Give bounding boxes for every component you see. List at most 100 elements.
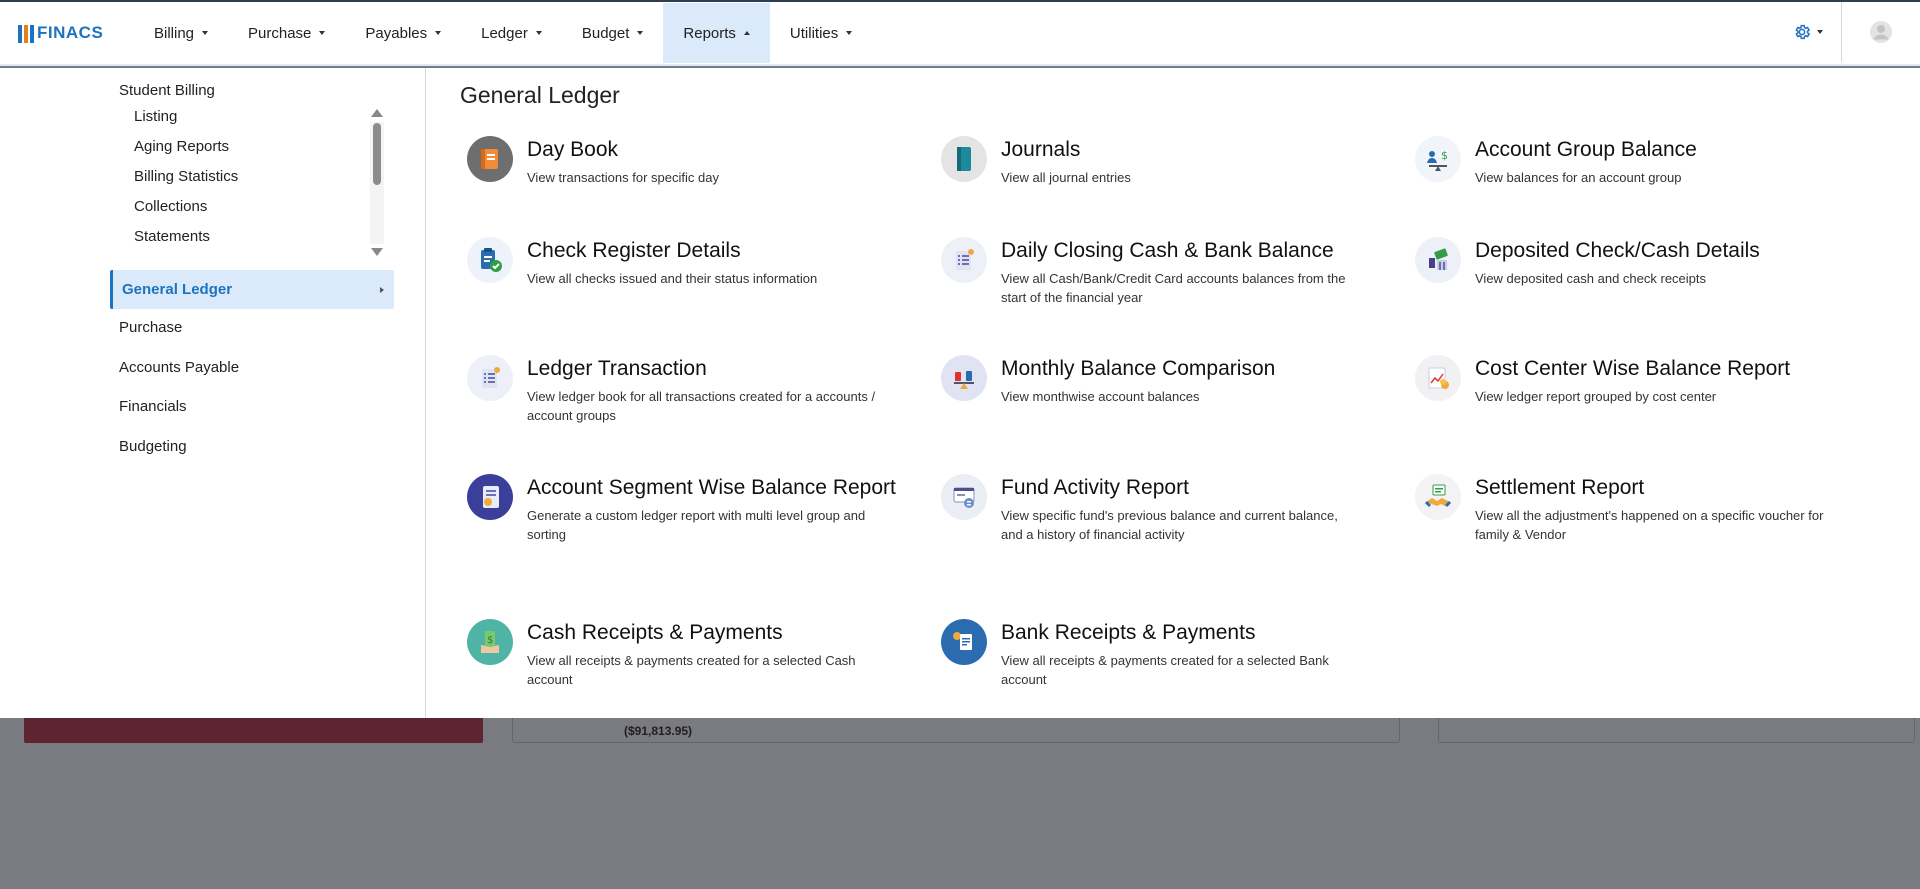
report-description: View all journal entries — [1001, 170, 1131, 185]
nav-utilities[interactable]: Utilities — [770, 3, 872, 63]
report-description: View deposited cash and check receipts — [1475, 271, 1707, 286]
report-title: Check Register Details — [527, 239, 741, 262]
report-description: View balances for an account group — [1475, 170, 1682, 185]
sidebar-item-budgeting[interactable]: Budgeting — [119, 438, 187, 455]
report-description: View all Cash/Bank/Credit Card accounts … — [1001, 271, 1346, 305]
report-account-group-balance[interactable]: $ Account Group Balance View balances fo… — [1415, 136, 1855, 187]
settings-dropdown[interactable] — [1775, 2, 1841, 62]
cash-receipts-icon: $ — [467, 619, 513, 665]
caret-down-icon — [1817, 30, 1823, 34]
report-title: Ledger Transaction — [527, 357, 707, 380]
report-check-register-details[interactable]: Check Register Details View all checks i… — [467, 237, 907, 288]
nav-billing[interactable]: Billing — [134, 3, 228, 63]
svg-text:$: $ — [487, 635, 493, 646]
monthly-balance-icon — [941, 355, 987, 401]
app-logo[interactable]: FINACS — [0, 3, 134, 63]
cost-center-icon — [1415, 355, 1461, 401]
caret-down-icon — [319, 31, 326, 35]
caret-down-icon — [202, 31, 209, 35]
reports-sidebar: Student Billing Listing Aging Reports Bi… — [0, 68, 426, 718]
logo-text: FINACS — [37, 23, 104, 42]
report-title: Cash Receipts & Payments — [527, 621, 783, 644]
caret-down-icon — [637, 31, 644, 35]
report-title: Account Segment Wise Balance Report — [527, 476, 896, 499]
report-deposited-check-cash-details[interactable]: Deposited Check/Cash Details View deposi… — [1415, 237, 1855, 288]
caret-down-icon — [435, 31, 442, 35]
report-cash-receipts-payments[interactable]: $ Cash Receipts & Payments View all rece… — [467, 619, 887, 689]
day-book-icon — [467, 136, 513, 182]
caret-down-icon — [535, 31, 542, 35]
background-amount: ($91,813.95) — [624, 724, 693, 738]
account-group-balance-icon: $ — [1415, 136, 1461, 182]
sidebar-item-financials[interactable]: Financials — [119, 398, 187, 415]
nav-utilities-label: Utilities — [789, 24, 839, 42]
nav-budget-label: Budget — [581, 24, 630, 42]
report-description: Generate a custom ledger report with mul… — [527, 508, 866, 542]
report-description: View all the adjustment's happened on a … — [1475, 508, 1824, 542]
report-fund-activity[interactable]: Fund Activity Report View specific fund'… — [941, 474, 1361, 544]
fund-activity-icon — [941, 474, 987, 520]
report-title: Monthly Balance Comparison — [1001, 357, 1276, 380]
nav-billing-label: Billing — [154, 24, 195, 42]
nav-ledger[interactable]: Ledger — [461, 3, 562, 63]
section-title: General Ledger — [460, 82, 620, 108]
reports-mega-menu: Student Billing Listing Aging Reports Bi… — [0, 68, 1920, 718]
sidebar-item-general-ledger[interactable]: General Ledger — [110, 270, 394, 309]
svg-text:$: $ — [1441, 149, 1448, 162]
nav-payables-label: Payables — [365, 24, 428, 42]
report-description: View monthwise account balances — [1001, 389, 1200, 404]
report-cost-center-wise-balance[interactable]: Cost Center Wise Balance Report View led… — [1415, 355, 1855, 406]
report-journals[interactable]: Journals View all journal entries — [941, 136, 1381, 187]
sidebar-item-billing-statistics[interactable]: Billing Statistics — [134, 168, 238, 185]
nav-right-controls — [1775, 2, 1920, 62]
report-day-book[interactable]: Day Book View transactions for specific … — [467, 136, 907, 187]
report-title: Settlement Report — [1475, 476, 1645, 499]
journals-icon — [941, 136, 987, 182]
sidebar-item-purchase[interactable]: Purchase — [119, 319, 182, 336]
scroll-down-icon[interactable] — [371, 248, 383, 256]
report-description: View all receipts & payments created for… — [527, 653, 856, 687]
check-register-icon — [467, 237, 513, 283]
settlement-icon — [1415, 474, 1461, 520]
sidebar-item-accounts-payable[interactable]: Accounts Payable — [119, 359, 239, 376]
report-title: Fund Activity Report — [1001, 476, 1189, 499]
sidebar-scrollbar-thumb[interactable] — [373, 123, 381, 185]
user-avatar-icon — [1870, 21, 1892, 43]
general-ledger-reports: General Ledger Day Book View transaction… — [460, 68, 1920, 718]
report-description: View all receipts & payments created for… — [1001, 653, 1329, 687]
report-account-segment-wise-balance[interactable]: Account Segment Wise Balance Report Gene… — [467, 474, 907, 544]
nav-reports[interactable]: Reports — [663, 3, 770, 63]
report-daily-closing-cash-bank-balance[interactable]: Daily Closing Cash & Bank Balance View a… — [941, 237, 1361, 307]
nav-budget[interactable]: Budget — [562, 3, 664, 63]
report-title: Daily Closing Cash & Bank Balance — [1001, 239, 1334, 262]
top-navbar: FINACS Billing Purchase Payables Ledger … — [0, 0, 1920, 64]
chevron-right-icon — [380, 287, 384, 293]
gear-icon — [1795, 24, 1811, 40]
report-title: Day Book — [527, 138, 619, 161]
report-monthly-balance-comparison[interactable]: Monthly Balance Comparison View monthwis… — [941, 355, 1381, 406]
sidebar-group-student-billing[interactable]: Student Billing — [119, 82, 215, 99]
user-avatar[interactable] — [1842, 2, 1920, 62]
nav-purchase-label: Purchase — [248, 24, 312, 42]
report-bank-receipts-payments[interactable]: Bank Receipts & Payments View all receip… — [941, 619, 1361, 689]
report-title: Account Group Balance — [1475, 138, 1697, 161]
sidebar-item-statements[interactable]: Statements — [134, 228, 210, 245]
scroll-up-icon[interactable] — [371, 109, 383, 117]
nav-ledger-label: Ledger — [481, 24, 528, 42]
report-ledger-transaction[interactable]: Ledger Transaction View ledger book for … — [467, 355, 907, 425]
sidebar-item-general-ledger-label: General Ledger — [122, 281, 233, 298]
report-description: View specific fund's previous balance an… — [1001, 508, 1338, 542]
account-segment-icon — [467, 474, 513, 520]
sidebar-item-aging-reports[interactable]: Aging Reports — [134, 138, 229, 155]
report-description: View ledger report grouped by cost cente… — [1475, 389, 1717, 404]
report-settlement[interactable]: Settlement Report View all the adjustmen… — [1415, 474, 1855, 544]
nav-payables[interactable]: Payables — [345, 3, 461, 63]
sidebar-item-collections[interactable]: Collections — [134, 198, 207, 215]
report-title: Deposited Check/Cash Details — [1475, 239, 1760, 262]
report-title: Journals — [1001, 138, 1081, 161]
sidebar-item-listing[interactable]: Listing — [134, 108, 177, 125]
daily-closing-icon — [941, 237, 987, 283]
report-description: View transactions for specific day — [527, 170, 719, 185]
main-menu: Billing Purchase Payables Ledger Budget … — [134, 3, 872, 63]
nav-purchase[interactable]: Purchase — [228, 3, 345, 63]
